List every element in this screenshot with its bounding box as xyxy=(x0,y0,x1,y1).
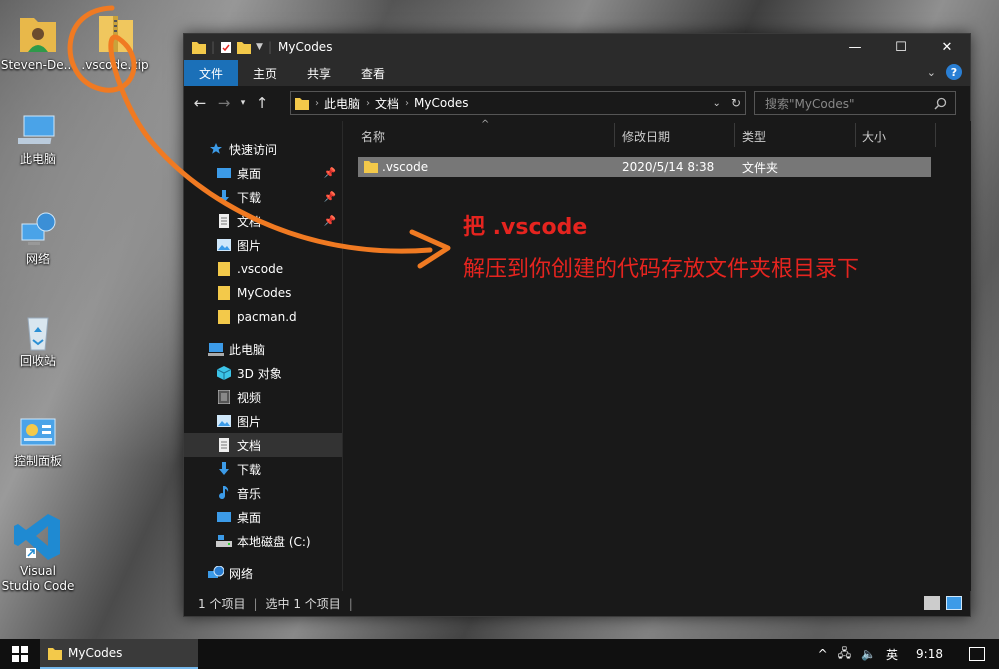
windows-start-icon[interactable] xyxy=(12,646,28,662)
taskbar: MyCodes ^ 🖧 🔈 英 9:18 xyxy=(0,639,999,669)
volume-icon[interactable]: 🔈 xyxy=(861,647,876,661)
taskbar-explorer-button[interactable]: MyCodes xyxy=(40,639,198,669)
input-method[interactable]: 英 xyxy=(886,646,898,663)
taskbar-label: MyCodes xyxy=(68,646,123,660)
annotation-arrow xyxy=(67,5,451,269)
system-tray: ^ 🖧 🔈 英 9:18 xyxy=(818,639,999,669)
clock[interactable]: 9:18 xyxy=(916,647,943,661)
notifications-icon[interactable] xyxy=(969,647,985,661)
show-hidden-icons-icon[interactable]: ^ xyxy=(818,647,828,661)
network-status-icon[interactable]: 🖧 xyxy=(838,644,851,665)
folder-icon xyxy=(48,647,62,660)
